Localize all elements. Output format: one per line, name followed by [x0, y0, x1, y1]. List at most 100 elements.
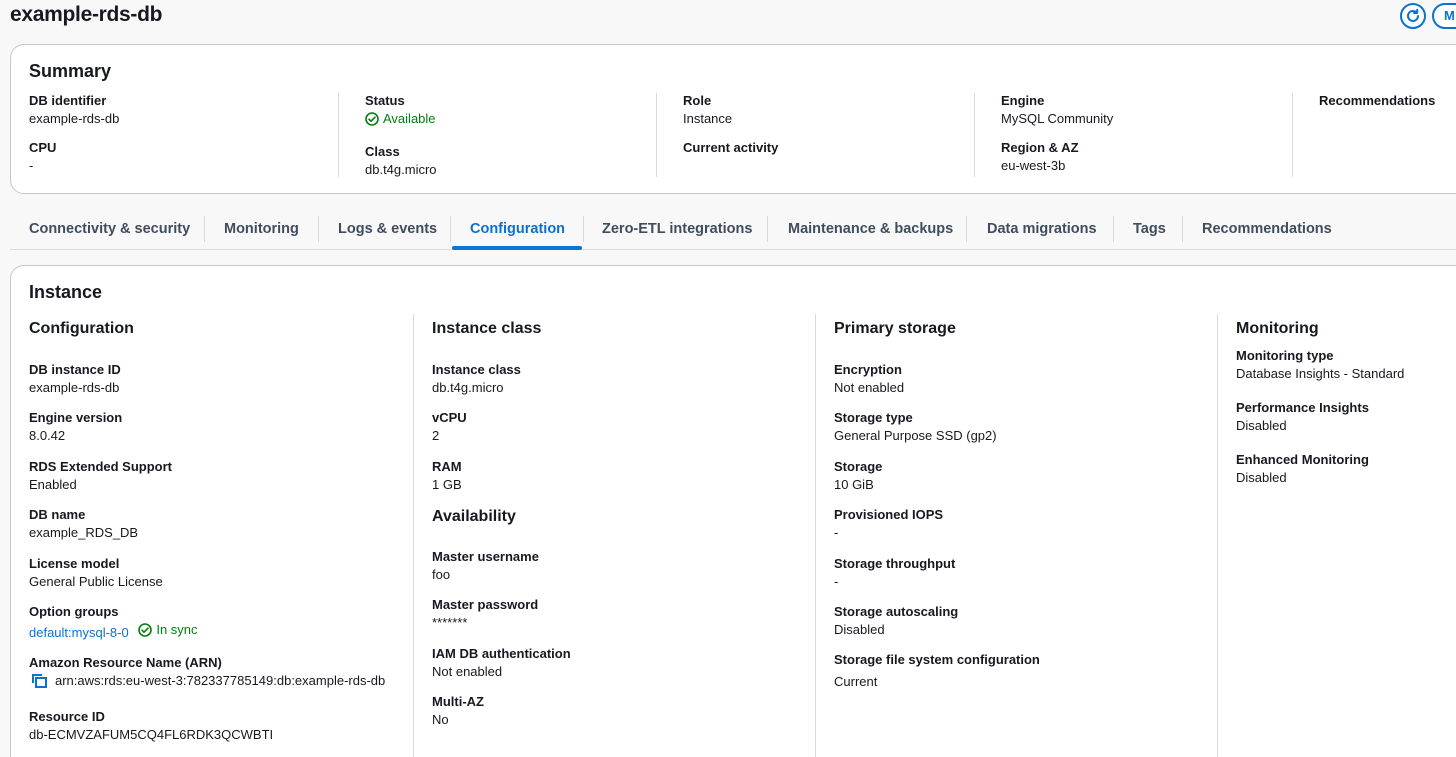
summary-title: Summary — [29, 61, 112, 81]
license-model-label: License model — [29, 556, 120, 571]
tab-divider — [767, 216, 768, 242]
refresh-icon — [1407, 8, 1419, 22]
tab-recommendations[interactable]: Recommendations — [1202, 208, 1332, 250]
multi-az-label: Multi-AZ — [432, 694, 484, 709]
monitoring-type-value: Database Insights - Standard — [1236, 366, 1405, 381]
storage-throughput-label: Storage throughput — [834, 556, 956, 571]
encryption-label: Encryption — [834, 362, 902, 377]
tab-divider — [583, 216, 584, 242]
role-label: Role — [683, 93, 712, 108]
refresh-button[interactable] — [1400, 3, 1426, 29]
performance-insights-label: Performance Insights — [1236, 400, 1369, 415]
storage-throughput-value: - — [834, 574, 839, 589]
iam-auth-label: IAM DB authentication — [432, 646, 571, 661]
class-value: db.t4g.micro — [365, 162, 437, 177]
option-group-status: In sync — [138, 622, 198, 638]
region-az-value: eu-west-3b — [1001, 158, 1066, 173]
summary-col-5: Recommendations — [1292, 93, 1456, 177]
monitoring-column: Monitoring Monitoring type Database Insi… — [1217, 314, 1456, 757]
role-value: Instance — [683, 111, 733, 126]
primary-storage-heading: Primary storage — [834, 320, 956, 337]
option-group-link[interactable]: default:mysql-8-0 — [29, 625, 129, 640]
db-instance-id-value: example-rds-db — [29, 380, 120, 395]
instance-title: Instance — [29, 282, 103, 302]
iam-auth-value: Not enabled — [432, 664, 503, 679]
tab-monitoring[interactable]: Monitoring — [224, 208, 299, 250]
status-badge: Available — [365, 111, 436, 127]
availability-heading: Availability — [432, 508, 516, 525]
configuration-column: Configuration DB instance ID example-rds… — [29, 314, 413, 757]
engine-version-value: 8.0.42 — [29, 428, 66, 443]
tab-configuration[interactable]: Configuration — [470, 208, 565, 250]
summary-col-2: Status Available Class db.t4g.micro — [338, 93, 656, 177]
master-username-value: foo — [432, 567, 451, 582]
monitoring-type-label: Monitoring type — [1236, 348, 1334, 363]
region-az-label: Region & AZ — [1001, 140, 1079, 155]
summary-panel: Summary DB identifier example-rds-db CPU… — [10, 44, 1456, 194]
master-username-label: Master username — [432, 549, 539, 564]
tab-divider — [966, 216, 967, 242]
storage-label: Storage — [834, 459, 883, 474]
ram-label: RAM — [432, 459, 462, 474]
page-title: example-rds-db — [10, 3, 163, 26]
master-password-label: Master password — [432, 597, 539, 612]
tab-zero-etl-integrations[interactable]: Zero-ETL integrations — [602, 208, 752, 250]
summary-col-3: Role Instance Current activity — [656, 93, 974, 177]
db-identifier-label: DB identifier — [29, 93, 107, 108]
resource-id-value: db-ECMVZAFUM5CQ4FL6RDK3QCWBTI — [29, 727, 274, 742]
option-groups-label: Option groups — [29, 604, 119, 619]
storage-autoscaling-value: Disabled — [834, 622, 885, 637]
status-value: Available — [383, 111, 436, 126]
tab-connectivity-security[interactable]: Connectivity & security — [29, 208, 190, 250]
tab-divider — [450, 216, 451, 242]
cpu-value: - — [29, 158, 34, 173]
storage-type-label: Storage type — [834, 410, 913, 425]
check-circle-icon — [365, 112, 379, 126]
extended-support-value: Enabled — [29, 477, 77, 492]
modify-button[interactable]: M — [1432, 3, 1456, 29]
enhanced-monitoring-value: Disabled — [1236, 470, 1287, 485]
monitoring-heading: Monitoring — [1236, 320, 1319, 337]
tab-tags[interactable]: Tags — [1133, 208, 1166, 250]
performance-insights-value: Disabled — [1236, 418, 1287, 433]
enhanced-monitoring-label: Enhanced Monitoring — [1236, 452, 1369, 467]
db-instance-id-label: DB instance ID — [29, 362, 121, 377]
tab-divider — [1113, 216, 1114, 242]
storage-value: 10 GiB — [834, 477, 874, 492]
vcpu-label: vCPU — [432, 410, 467, 425]
arn-row: arn:aws:rds:eu-west-3:782337785149:db:ex… — [29, 673, 385, 689]
encryption-value: Not enabled — [834, 380, 905, 395]
resource-id-label: Resource ID — [29, 709, 105, 724]
storage-autoscaling-label: Storage autoscaling — [834, 604, 959, 619]
tab-divider — [1182, 216, 1183, 242]
tab-divider — [318, 216, 319, 242]
fs-config-value: Current — [834, 674, 878, 689]
tab-divider — [204, 216, 205, 242]
provisioned-iops-label: Provisioned IOPS — [834, 507, 944, 522]
class-label: Class — [365, 144, 400, 159]
check-circle-icon — [138, 623, 153, 637]
license-model-value: General Public License — [29, 574, 163, 589]
summary-col-4: Engine MySQL Community Region & AZ eu-we… — [974, 93, 1292, 177]
header-actions: M — [1386, 3, 1456, 29]
vcpu-value: 2 — [432, 428, 440, 443]
detail-tabs: Connectivity & security Monitoring Logs … — [10, 208, 1456, 250]
instance-class-label: Instance class — [432, 362, 521, 377]
arn-value: arn:aws:rds:eu-west-3:782337785149:db:ex… — [55, 673, 386, 688]
summary-col-1: DB identifier example-rds-db CPU - — [29, 93, 329, 177]
instance-class-column: Instance class Instance class db.t4g.mic… — [413, 314, 815, 757]
engine-version-label: Engine version — [29, 410, 123, 425]
status-label: Status — [365, 93, 405, 108]
db-name-value: example_RDS_DB — [29, 525, 139, 540]
active-tab-indicator — [452, 246, 582, 250]
tab-logs-events[interactable]: Logs & events — [338, 208, 437, 250]
extended-support-label: RDS Extended Support — [29, 459, 173, 474]
fs-config-label: Storage file system configuration — [834, 652, 1040, 667]
tab-data-migrations[interactable]: Data migrations — [987, 208, 1097, 250]
option-group-status-text: In sync — [156, 622, 198, 637]
storage-type-value: General Purpose SSD (gp2) — [834, 428, 997, 443]
engine-value: MySQL Community — [1001, 111, 1114, 126]
tab-maintenance-backups[interactable]: Maintenance & backups — [788, 208, 953, 250]
copy-icon[interactable] — [31, 673, 49, 689]
master-password-value: ******* — [432, 615, 468, 630]
